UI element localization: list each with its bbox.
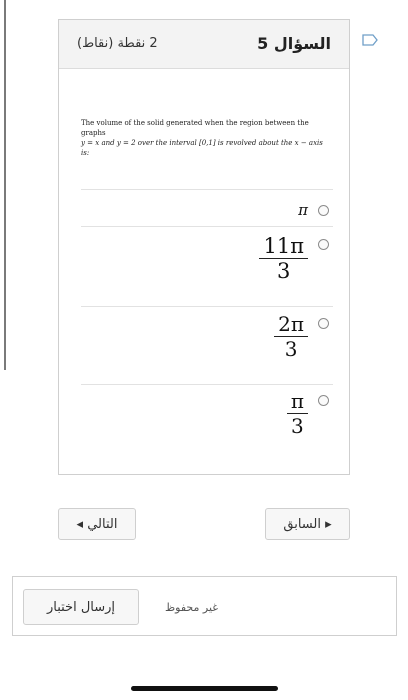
option-divider (81, 384, 333, 385)
left-divider (4, 0, 6, 370)
option-2-numerator: 11π (263, 234, 304, 258)
radio-button[interactable] (318, 395, 329, 406)
option-1[interactable]: π (298, 201, 329, 219)
option-2[interactable]: 11π 3 (259, 234, 329, 283)
save-status: غير محفوظ (165, 601, 219, 614)
radio-button[interactable] (318, 239, 329, 250)
flag-icon[interactable] (362, 34, 378, 46)
option-3-fraction: 2π 3 (274, 312, 308, 361)
previous-button[interactable]: ▸ السابق (265, 508, 350, 540)
question-title: السؤال 5 (257, 34, 331, 53)
option-3-denominator: 3 (284, 337, 298, 361)
next-button[interactable]: التالي ◂ (58, 508, 136, 540)
question-header: السؤال 5 2 نقطة (نقاط) (59, 20, 349, 69)
option-divider (81, 189, 333, 190)
option-2-denominator: 3 (277, 259, 291, 283)
question-text-line-2: y = x and y = 2 over the interval [0,1] … (81, 139, 323, 157)
question-text-line-1: The volume of the solid generated when t… (81, 119, 309, 137)
home-indicator (131, 686, 278, 691)
submit-bar: إرسال اختبار غير محفوظ (12, 576, 397, 636)
option-4-numerator: π (290, 389, 304, 413)
question-text: The volume of the solid generated when t… (81, 118, 333, 158)
question-card: السؤال 5 2 نقطة (نقاط) The volume of the… (58, 19, 350, 475)
option-3-numerator: 2π (278, 312, 304, 336)
option-3[interactable]: 2π 3 (274, 312, 329, 361)
option-4-fraction: π 3 (286, 389, 308, 438)
option-divider (81, 306, 333, 307)
submit-quiz-button[interactable]: إرسال اختبار (23, 589, 139, 625)
question-points: 2 نقطة (نقاط) (77, 36, 158, 51)
option-divider (81, 226, 333, 227)
radio-button[interactable] (318, 204, 329, 216)
option-2-fraction: 11π 3 (259, 234, 308, 283)
option-1-value: π (298, 201, 308, 219)
option-4[interactable]: π 3 (286, 389, 329, 438)
option-4-denominator: 3 (291, 414, 304, 438)
radio-button[interactable] (318, 318, 329, 329)
